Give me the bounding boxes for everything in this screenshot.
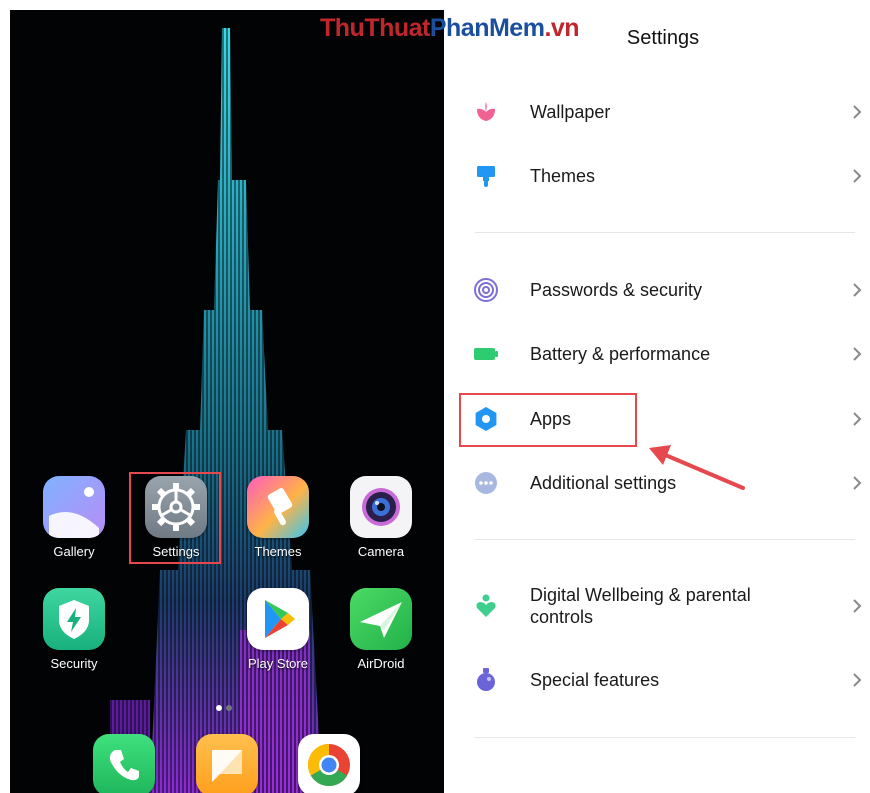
app-camera[interactable]: Camera bbox=[341, 476, 421, 559]
dock-phone[interactable] bbox=[84, 734, 164, 793]
wallpaper-tower-image bbox=[10, 10, 444, 793]
app-play-store[interactable]: Play Store bbox=[238, 588, 318, 671]
paper-plane-icon bbox=[350, 588, 412, 650]
app-label-security: Security bbox=[50, 656, 98, 671]
app-label-play-store: Play Store bbox=[248, 656, 308, 671]
page-dot bbox=[226, 705, 232, 711]
page-indicator bbox=[216, 698, 236, 716]
settings-screen: Settings Wallpaper Themes Passwords & se… bbox=[445, 10, 870, 793]
app-label-themes: Themes bbox=[254, 544, 302, 559]
brush-icon bbox=[247, 476, 309, 538]
app-security[interactable]: Security bbox=[34, 588, 114, 671]
messages-icon bbox=[196, 734, 258, 793]
dock-messages[interactable] bbox=[187, 734, 267, 793]
app-airdroid[interactable]: AirDroid bbox=[341, 588, 421, 671]
dock-chrome[interactable] bbox=[289, 734, 369, 793]
home-screen: Gallery Settings Themes Camera Security … bbox=[10, 10, 444, 793]
app-label-gallery: Gallery bbox=[53, 544, 95, 559]
watermark-part: PhanMem bbox=[429, 14, 545, 42]
chrome-icon bbox=[298, 734, 360, 793]
page-dot-active bbox=[216, 705, 222, 711]
app-themes[interactable]: Themes bbox=[238, 476, 318, 559]
settings-app-highlight bbox=[129, 472, 221, 564]
play-store-icon bbox=[247, 588, 309, 650]
camera-icon bbox=[350, 476, 412, 538]
gallery-icon bbox=[43, 476, 105, 538]
phone-icon bbox=[93, 734, 155, 793]
watermark-part: ThuThuat bbox=[320, 14, 430, 42]
pointer-arrow bbox=[649, 445, 745, 490]
shield-bolt-icon bbox=[43, 588, 105, 650]
app-label-airdroid: AirDroid bbox=[357, 656, 405, 671]
watermark-part: .vn bbox=[544, 14, 580, 42]
watermark: ThuThuatPhanMem.vn bbox=[320, 14, 580, 43]
app-gallery[interactable]: Gallery bbox=[34, 476, 114, 559]
app-label-camera: Camera bbox=[357, 544, 405, 559]
